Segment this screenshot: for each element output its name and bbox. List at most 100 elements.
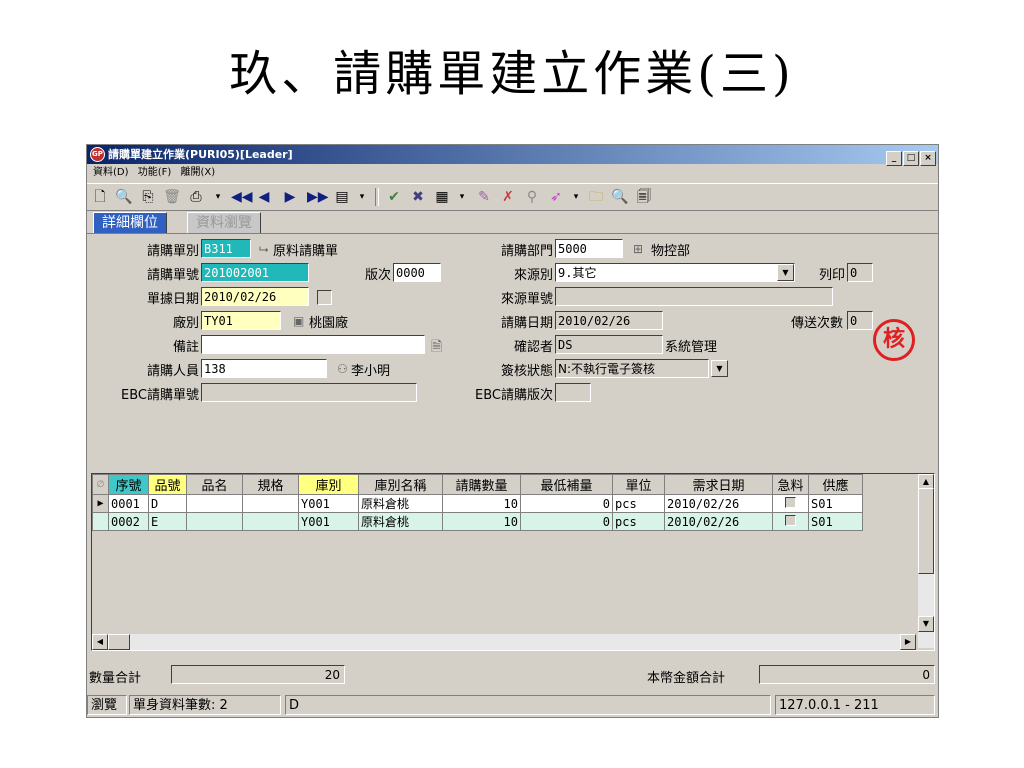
note-field[interactable] — [201, 335, 425, 354]
col-spec[interactable]: 規格 — [242, 474, 299, 495]
source-select[interactable]: 9.其它 — [555, 263, 795, 282]
cancel-icon[interactable]: ✖ — [409, 188, 427, 206]
plant-lookup-icon[interactable]: ▣ — [293, 314, 304, 328]
cell-req-qty[interactable]: 10 — [442, 494, 521, 513]
first-record-icon[interactable]: ◀◀ — [231, 188, 253, 206]
next-record-icon[interactable]: ▶ — [281, 188, 299, 206]
sign-status-dropdown-icon[interactable]: ▼ — [711, 360, 728, 377]
tab-browse[interactable]: 資料瀏覽 — [187, 212, 261, 234]
cell-spec[interactable] — [242, 512, 299, 531]
col-supplier[interactable]: 供應 — [808, 474, 863, 495]
window-titlebar[interactable]: GP 請購單建立作業(PURI05)[Leader] _ □ × — [87, 145, 938, 166]
req-type-field[interactable]: B311 — [201, 239, 251, 258]
person-icon[interactable]: ⚇ — [337, 362, 348, 376]
col-item-name[interactable]: 品名 — [186, 474, 243, 495]
delete-icon[interactable]: 🗑 — [163, 188, 181, 206]
urgent-checkbox[interactable] — [785, 496, 796, 508]
record-dropdown-icon[interactable]: ▾ — [353, 188, 371, 206]
sign-status-select[interactable]: N:不執行電子簽核 — [555, 359, 709, 378]
approve-icon[interactable]: ✎ — [475, 188, 493, 206]
scroll-down-icon[interactable]: ▼ — [918, 616, 934, 632]
col-seq[interactable]: 序號 — [108, 474, 149, 495]
cell-req-qty[interactable]: 10 — [442, 512, 521, 531]
dept-field[interactable]: 5000 — [555, 239, 623, 258]
calc-dropdown-icon[interactable]: ▾ — [453, 188, 471, 206]
detail-grid[interactable]: ∅ 序號 品號 品名 規格 庫別 庫別名稱 請購數量 最低補量 單位 需求日期 … — [91, 473, 935, 651]
source-dropdown-icon[interactable]: ▼ — [777, 264, 794, 281]
source-no-field[interactable] — [555, 287, 833, 306]
cell-min-qty[interactable]: 0 — [520, 512, 613, 531]
scroll-right-icon[interactable]: ▶ — [900, 634, 916, 650]
col-warehouse-name[interactable]: 庫別名稱 — [358, 474, 443, 495]
menu-exit[interactable]: 離開(X) — [180, 167, 215, 178]
search-icon[interactable]: 🔍 — [611, 188, 629, 206]
dept-lookup-icon[interactable]: ⊞ — [633, 242, 643, 256]
calc-icon[interactable]: ▦ — [433, 188, 451, 206]
preview-icon[interactable]: 🔍 — [115, 188, 133, 206]
col-unit[interactable]: 單位 — [612, 474, 665, 495]
ebc-ver-field[interactable] — [555, 383, 591, 402]
cell-warehouse[interactable]: Y001 — [298, 494, 359, 513]
col-req-qty[interactable]: 請購數量 — [442, 474, 521, 495]
cell-item-name[interactable] — [186, 512, 243, 531]
table-row[interactable]: ▶ 0001 D Y001 原料倉桃 10 0 pcs 2010/02/26 S… — [92, 494, 863, 513]
copy-icon[interactable]: ⎘ — [139, 188, 157, 206]
cell-item-name[interactable] — [186, 494, 243, 513]
folder-icon[interactable]: 🗀 — [587, 188, 605, 206]
grid-vertical-scrollbar[interactable]: ▲ ▼ — [918, 474, 934, 648]
last-record-icon[interactable]: ▶▶ — [307, 188, 329, 206]
cell-warehouse-name[interactable]: 原料倉桃 — [358, 512, 443, 531]
col-need-date[interactable]: 需求日期 — [664, 474, 773, 495]
cell-supplier[interactable]: S01 — [808, 512, 863, 531]
urgent-checkbox[interactable] — [785, 514, 796, 526]
col-warehouse[interactable]: 庫別 — [298, 474, 359, 495]
doc-date-checkbox[interactable] — [317, 290, 332, 305]
reject-icon[interactable]: ✗ — [499, 188, 517, 206]
lookup-icon[interactable]: ⮡ — [259, 242, 269, 257]
menu-data[interactable]: 資料(D) — [93, 167, 129, 178]
send-icon[interactable]: ➶ — [547, 188, 565, 206]
filter-icon[interactable]: ⚲ — [523, 188, 541, 206]
new-icon[interactable]: 🗋 — [91, 188, 109, 206]
cell-item-no[interactable]: D — [148, 494, 187, 513]
col-urgent[interactable]: 急料 — [772, 474, 809, 495]
cell-warehouse[interactable]: Y001 — [298, 512, 359, 531]
dept-label: 請購部門 — [500, 244, 553, 259]
print-icon[interactable]: ⎙ — [187, 188, 205, 206]
ebc-no-field[interactable] — [201, 383, 417, 402]
print-dropdown-icon[interactable]: ▾ — [209, 188, 227, 206]
note-edit-icon[interactable]: 🗎 — [431, 336, 442, 360]
col-min-qty[interactable]: 最低補量 — [520, 474, 613, 495]
document-icon[interactable]: 🗐 — [635, 188, 653, 206]
prev-record-icon[interactable]: ◀ — [255, 188, 273, 206]
cell-unit[interactable]: pcs — [612, 512, 665, 531]
cell-item-no[interactable]: E — [148, 512, 187, 531]
cell-seq[interactable]: 0001 — [108, 494, 149, 513]
cell-min-qty[interactable]: 0 — [520, 494, 613, 513]
scroll-thumb[interactable] — [918, 488, 934, 574]
table-row[interactable]: 0002 E Y001 原料倉桃 10 0 pcs 2010/02/26 S01 — [92, 512, 863, 531]
cell-need-date[interactable]: 2010/02/26 — [664, 512, 773, 531]
cell-urgent[interactable] — [772, 512, 809, 531]
cell-urgent[interactable] — [772, 494, 809, 513]
send-dropdown-icon[interactable]: ▾ — [567, 188, 585, 206]
hscroll-thumb[interactable] — [108, 634, 130, 650]
record-menu-icon[interactable]: ▤ — [333, 188, 351, 206]
scroll-left-icon[interactable]: ◀ — [92, 634, 108, 650]
tab-detail[interactable]: 詳細欄位 — [93, 212, 167, 234]
requester-field[interactable]: 138 — [201, 359, 327, 378]
req-no-field[interactable]: 201002001 — [201, 263, 309, 282]
doc-date-field[interactable]: 2010/02/26 — [201, 287, 309, 306]
confirm-icon[interactable]: ✔ — [385, 188, 403, 206]
cell-unit[interactable]: pcs — [612, 494, 665, 513]
cell-spec[interactable] — [242, 494, 299, 513]
cell-seq[interactable]: 0002 — [108, 512, 149, 531]
cell-need-date[interactable]: 2010/02/26 — [664, 494, 773, 513]
version-field[interactable]: 0000 — [393, 263, 441, 282]
col-item-no[interactable]: 品號 — [148, 474, 187, 495]
cell-warehouse-name[interactable]: 原料倉桃 — [358, 494, 443, 513]
grid-horizontal-scrollbar[interactable]: ◀ ▶ — [92, 634, 916, 650]
cell-supplier[interactable]: S01 — [808, 494, 863, 513]
plant-field[interactable]: TY01 — [201, 311, 281, 330]
menu-function[interactable]: 功能(F) — [138, 167, 172, 178]
